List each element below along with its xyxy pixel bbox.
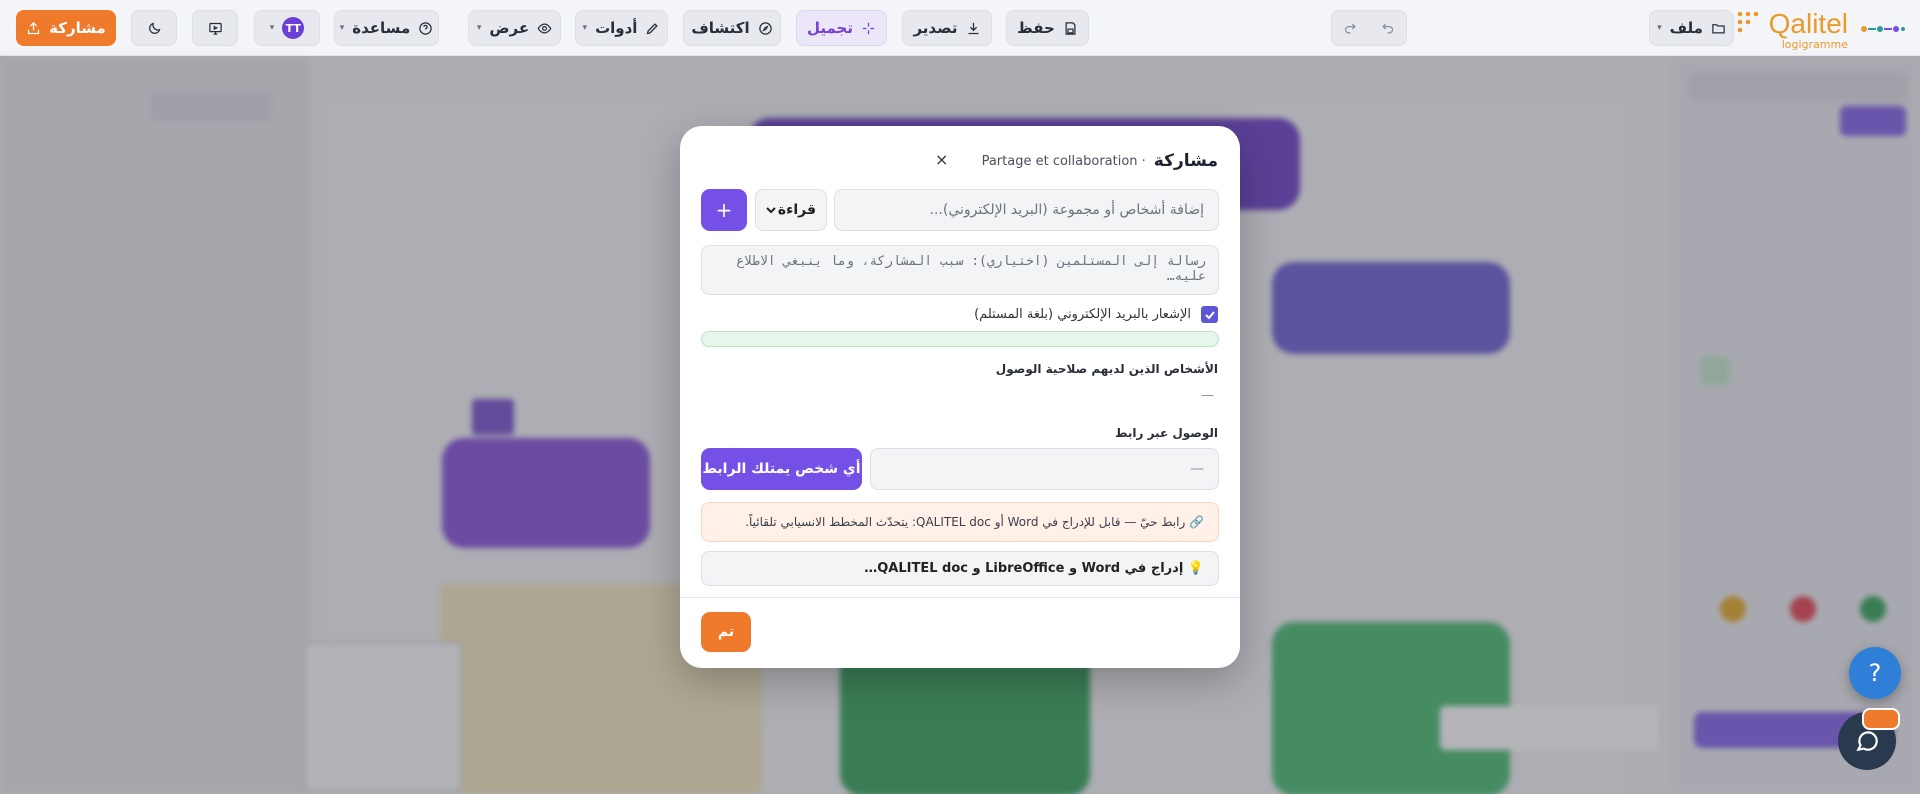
live-link-notice: 🔗 رابط حيّ — قابل للإدراج في Word أو QAL… — [701, 502, 1219, 542]
logo-wordmark: Qalitel — [1768, 8, 1848, 39]
add-person-button[interactable]: + — [701, 189, 747, 231]
save-label: حفظ — [1017, 19, 1055, 37]
redo-button[interactable] — [1332, 21, 1369, 36]
chevron-down-icon: ▾ — [339, 23, 345, 33]
logo-mark-icon — [1737, 11, 1759, 33]
link-url-field[interactable]: — — [870, 448, 1219, 490]
share-dialog: مشاركة · Partage et collaboration × إضاف… — [680, 126, 1240, 668]
download-icon — [968, 22, 979, 34]
chat-bubble-icon — [1856, 731, 1878, 752]
tools-menu-button[interactable]: ▾ أدوات — [575, 10, 668, 46]
folder-icon — [1712, 23, 1725, 33]
floppy-disk-icon — [1065, 21, 1076, 35]
export-label: تصدير — [913, 19, 958, 37]
presentation-icon — [208, 22, 222, 35]
view-menu-label: عرض — [489, 19, 530, 37]
eye-icon — [537, 22, 552, 34]
tools-menu-label: أدوات — [595, 19, 638, 37]
link-access-heading: الوصول عبر رابط — [1115, 426, 1218, 440]
message-textarea[interactable]: رسالة إلى المستلمين (اختياري): سبب المشا… — [701, 245, 1219, 295]
export-button[interactable]: تصدير — [902, 10, 992, 46]
chevron-down-icon: ▾ — [269, 23, 275, 33]
sparkle-icon — [862, 22, 875, 34]
help-menu-button[interactable]: ▾ مساعدة — [334, 10, 439, 46]
chevron-down-icon: ▾ — [582, 23, 588, 33]
moon-icon — [148, 22, 160, 34]
notify-email-label: الإشعار بالبريد الإلكتروني (بلغة المستلم… — [974, 307, 1191, 322]
present-button[interactable] — [192, 10, 238, 46]
file-menu-label: ملف — [1669, 19, 1703, 37]
view-menu-button[interactable]: ▾ عرض — [468, 10, 561, 46]
top-toolbar: مشاركة ▾ TT ▾ مساعدة ▾ عرض ▾ أدوات اكتشا… — [0, 0, 1920, 56]
dark-mode-button[interactable] — [131, 10, 177, 46]
explore-button[interactable]: اكتشاف — [683, 10, 781, 46]
permission-value: قراءة — [777, 202, 816, 218]
insert-in-documents-toggle[interactable]: 💡 إدراج في Word و LibreOffice و QALITEL … — [701, 551, 1219, 586]
dialog-footer-divider — [680, 597, 1240, 598]
done-button[interactable]: تم — [701, 612, 751, 652]
upload-icon — [28, 21, 40, 34]
dialog-header: مشاركة · Partage et collaboration — [982, 148, 1218, 174]
dialog-subtitle: · Partage et collaboration — [981, 153, 1146, 169]
file-menu-button[interactable]: ▾ ملف — [1649, 10, 1734, 46]
chevron-down-icon: ▾ — [476, 23, 482, 33]
chevron-down-icon — [766, 207, 776, 214]
save-button[interactable]: حفظ — [1006, 10, 1089, 46]
help-fab-button[interactable]: ? — [1849, 647, 1901, 699]
notify-email-row: الإشعار بالبريد الإلكتروني (بلغة المستلم… — [974, 306, 1218, 323]
beautify-label: تجميل — [806, 19, 853, 37]
undo-redo-group — [1331, 10, 1407, 46]
undo-button[interactable] — [1369, 21, 1406, 36]
chat-notification-badge — [1862, 708, 1900, 730]
help-menu-label: مساعدة — [352, 19, 411, 37]
permission-select[interactable]: قراءة — [755, 189, 827, 231]
user-menu-button[interactable]: ▾ TT — [254, 10, 320, 46]
people-with-access-empty: — — [1201, 388, 1214, 403]
link-scope-button[interactable]: أي شخص يمتلك الرابط — [701, 448, 862, 490]
people-with-access-heading: الأشخاص الذين لديهم صلاحية الوصول — [995, 362, 1218, 376]
share-label: مشاركة — [49, 19, 106, 37]
chevron-down-icon: ▾ — [1657, 23, 1662, 33]
redo-icon — [1344, 23, 1356, 33]
qalitel-logo: Qalitel logigramme — [1733, 6, 1908, 51]
undo-icon — [1382, 23, 1394, 33]
dialog-title: مشاركة — [1153, 151, 1218, 171]
explore-label: اكتشاف — [691, 19, 750, 37]
logo-subtitle: logigramme — [1781, 38, 1848, 51]
invite-people-input[interactable]: إضافة أشخاص أو مجموعة (البريد الإلكتروني… — [834, 189, 1219, 231]
question-circle-icon — [419, 21, 432, 35]
compass-icon — [758, 21, 772, 35]
close-icon[interactable]: × — [935, 150, 948, 169]
send-progress-bar — [701, 331, 1219, 347]
beautify-button[interactable]: تجميل — [796, 10, 887, 46]
check-icon — [1204, 310, 1215, 319]
share-button[interactable]: مشاركة — [16, 10, 116, 46]
logo-flow-icon — [1861, 26, 1905, 32]
pencil-icon — [647, 22, 659, 34]
notify-email-checkbox[interactable] — [1201, 306, 1218, 323]
avatar: TT — [282, 17, 305, 39]
